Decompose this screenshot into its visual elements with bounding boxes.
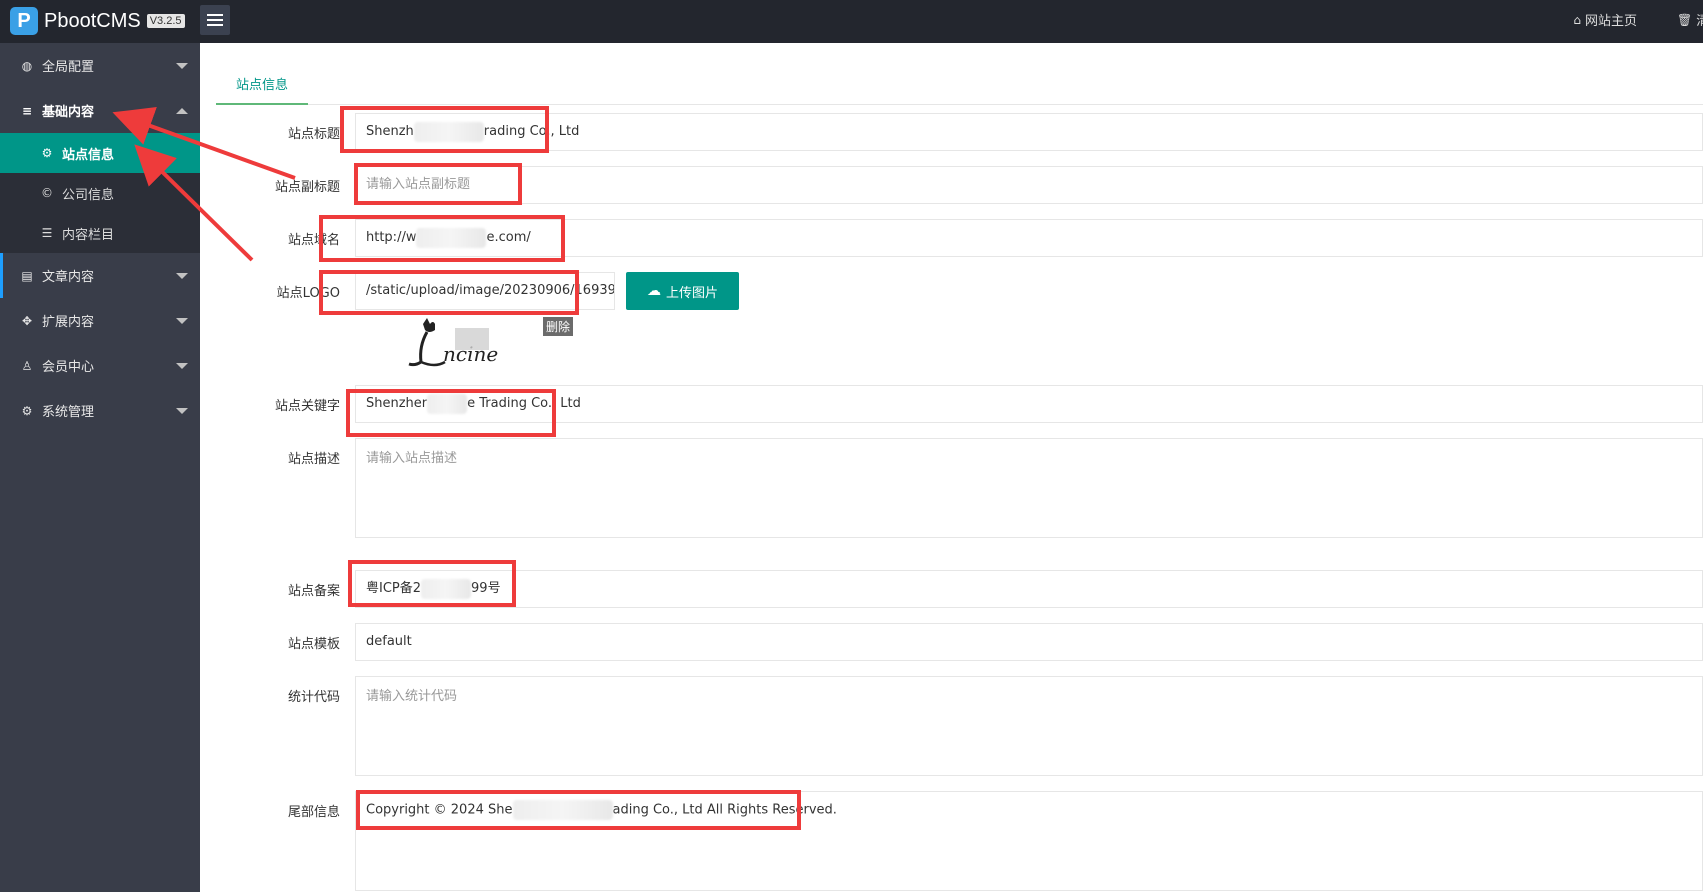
site-description-label: 站点描述: [287, 452, 340, 467]
chevron-up-icon: [176, 107, 188, 114]
chevron-down-icon: [176, 407, 188, 414]
tab-site-info[interactable]: 站点信息: [216, 67, 309, 105]
sidebar-item-article-content[interactable]: ▤ 文章内容: [0, 253, 200, 298]
logo-preview-image: ncine: [408, 318, 498, 367]
sidebar-subitem-company-info[interactable]: © 公司信息: [0, 173, 200, 213]
home-icon: ⌂: [1573, 12, 1581, 27]
chevron-down-icon: [176, 317, 188, 324]
chevron-down-icon: [176, 62, 188, 69]
version-badge: V3.2.5: [146, 14, 185, 28]
sidebar-subitem-label: 站点信息: [62, 147, 115, 163]
annotation-box-site-keywords: [346, 389, 556, 437]
sidebar-item-label: 基础内容: [42, 105, 95, 120]
sliders-icon: ≡: [21, 103, 33, 118]
hamburger-icon: [207, 19, 223, 21]
footer-info-label: 尾部信息: [287, 805, 340, 820]
sidebar-item-member-center[interactable]: ♙ 会员中心: [0, 343, 200, 388]
site-template-label: 站点模板: [287, 637, 340, 652]
form-row-site-template: 站点模板 default: [200, 623, 1703, 661]
list-icon: ☰: [41, 226, 53, 240]
annotation-box-site-logo: [319, 270, 579, 315]
sidebar-item-basic-content[interactable]: ≡ 基础内容: [0, 88, 200, 133]
sidebar-item-label: 扩展内容: [42, 315, 95, 330]
site-home-link[interactable]: ⌂ 网站主页: [1573, 10, 1637, 30]
chevron-down-icon: [176, 362, 188, 369]
sidebar-item-global-config[interactable]: ◍ 全局配置: [0, 43, 200, 88]
site-template-input[interactable]: default: [355, 623, 1703, 661]
cloud-upload-icon: ☁: [646, 283, 661, 299]
sidebar-subitem-label: 内容栏目: [62, 227, 115, 243]
site-home-label: 网站主页: [1584, 14, 1637, 29]
top-header: P PbootCMS V3.2.5 ⌂ 网站主页 🗑 清: [0, 0, 1703, 43]
copyright-icon: ©: [41, 186, 53, 200]
annotation-box-site-icp: [348, 560, 516, 607]
site-icp-label: 站点备案: [287, 584, 340, 599]
pboot-logo-icon: P: [10, 7, 38, 35]
sidebar-item-label: 文章内容: [42, 270, 95, 285]
globe-icon: ◍: [21, 58, 33, 73]
form-row-site-description: 站点描述 请输入站点描述: [200, 438, 1703, 538]
basic-content-submenu: ⚙ 站点信息 © 公司信息 ☰ 内容栏目: [0, 133, 200, 253]
site-keywords-label: 站点关键字: [274, 399, 340, 414]
site-subtitle-input[interactable]: 请输入站点副标题: [355, 166, 1703, 204]
tab-bar: 站点信息: [216, 67, 1703, 105]
clear-cache-label: 清: [1696, 14, 1703, 29]
stats-code-textarea[interactable]: 请输入统计代码: [355, 676, 1703, 776]
sidebar-item-label: 系统管理: [42, 405, 95, 420]
cog-icon: ⚙: [21, 403, 33, 418]
app-logo[interactable]: P PbootCMS V3.2.5: [10, 5, 185, 37]
sidebar-item-label: 会员中心: [42, 360, 95, 375]
chevron-down-icon: [176, 272, 188, 279]
site-description-textarea[interactable]: 请输入站点描述: [355, 438, 1703, 538]
annotation-box-site-subtitle: [354, 163, 522, 205]
upload-image-button[interactable]: ☁ 上传图片: [626, 272, 739, 310]
logo-text: PbootCMS: [44, 9, 141, 32]
delete-logo-button[interactable]: 删除: [543, 317, 574, 336]
document-icon: ▤: [21, 268, 33, 283]
stats-code-label: 统计代码: [287, 690, 340, 705]
sidebar-subitem-content-columns[interactable]: ☰ 内容栏目: [0, 213, 200, 253]
upload-image-label: 上传图片: [665, 285, 718, 301]
user-icon: ♙: [21, 358, 33, 373]
site-icp-input[interactable]: 粤ICP备2 99号: [355, 570, 1703, 608]
site-title-label: 站点标题: [287, 127, 340, 142]
sidebar-subitem-label: 公司信息: [62, 187, 115, 203]
annotation-box-site-title: [340, 106, 549, 153]
annotation-box-footer-info: [356, 790, 801, 830]
site-title-input[interactable]: Shenzh rading Co., Ltd: [355, 113, 1703, 151]
trash-icon: 🗑: [1677, 12, 1693, 27]
site-keywords-input[interactable]: Shenzher e Trading Co., Ltd: [355, 385, 1703, 423]
sidebar-item-label: 全局配置: [42, 60, 95, 75]
gear-icon: ⚙: [41, 146, 53, 160]
sidebar-item-extended-content[interactable]: ✥ 扩展内容: [0, 298, 200, 343]
annotation-box-site-domain: [319, 215, 565, 262]
site-subtitle-label: 站点副标题: [274, 180, 340, 195]
clear-cache-link[interactable]: 🗑 清: [1677, 10, 1703, 30]
sidebar: ◍ 全局配置 ≡ 基础内容 ⚙ 站点信息 © 公司信息 ☰ 内容栏目 ▤ 文章内…: [0, 43, 200, 892]
sidebar-item-system-management[interactable]: ⚙ 系统管理: [0, 388, 200, 433]
sidebar-toggle-button[interactable]: [200, 5, 230, 35]
expand-icon: ✥: [21, 313, 33, 328]
form-row-stats-code: 统计代码 请输入统计代码: [200, 676, 1703, 776]
sidebar-subitem-site-info[interactable]: ⚙ 站点信息: [0, 133, 200, 173]
